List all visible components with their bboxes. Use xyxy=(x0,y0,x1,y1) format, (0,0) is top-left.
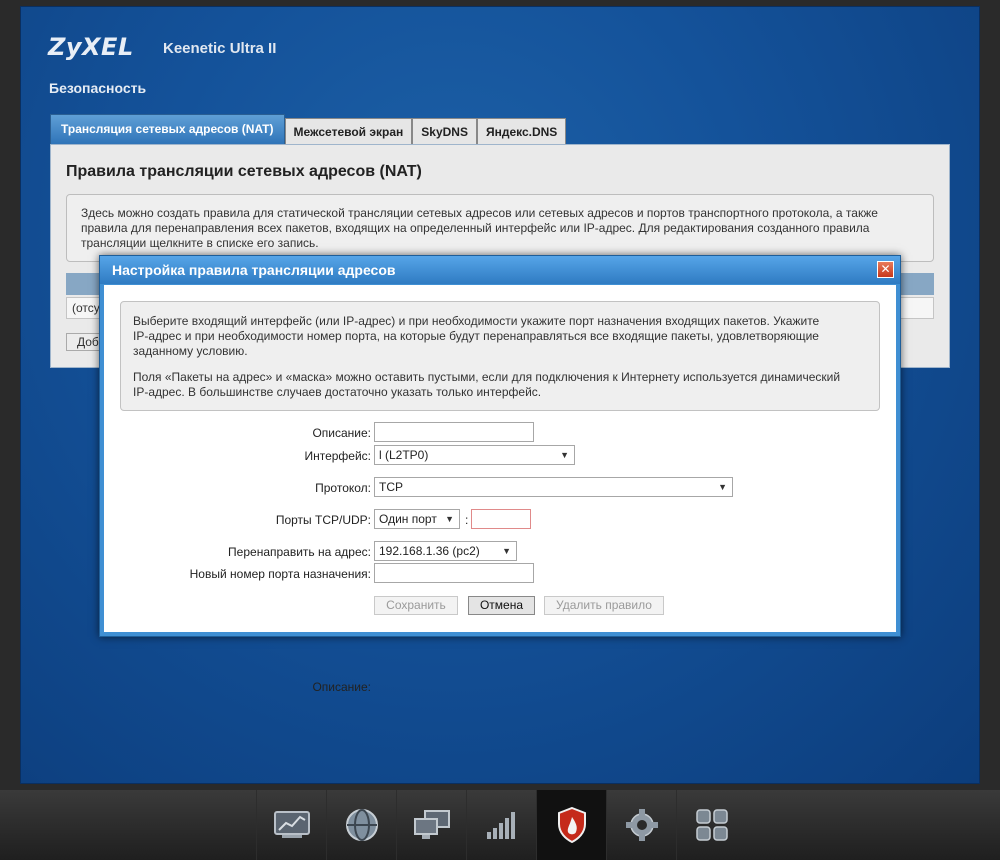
dialog-info-line: Выберите входящий интерфейс (или IP-адре… xyxy=(133,314,820,328)
protocol-label: Протокол: xyxy=(315,481,371,495)
protocol-select[interactable]: TCP ▼ xyxy=(374,477,733,497)
taskbar-wifi[interactable] xyxy=(466,790,536,860)
ports-label: Порты TCP/UDP: xyxy=(275,513,371,527)
chevron-down-icon: ▼ xyxy=(502,546,511,556)
page-title: Безопасность xyxy=(49,80,147,96)
tab-skydns[interactable]: SkyDNS xyxy=(412,118,477,144)
chevron-down-icon: ▼ xyxy=(445,514,454,524)
interface-select[interactable]: l (L2TP0) ▼ xyxy=(374,445,575,465)
cancel-button[interactable]: Отмена xyxy=(468,596,535,615)
tab-firewall[interactable]: Межсетевой экран xyxy=(284,118,413,144)
content-title: Правила трансляции сетевых адресов (NAT) xyxy=(66,163,422,180)
dialog-info-line: IP-адрес и при необходимости номер порта… xyxy=(133,329,819,343)
dialog-info-box: Выберите входящий интерфейс (или IP-адре… xyxy=(120,301,880,411)
gear-icon xyxy=(625,809,658,841)
bottom-taskbar xyxy=(0,790,1000,860)
port-number-field[interactable] xyxy=(471,509,531,529)
chevron-down-icon: ▼ xyxy=(718,482,727,492)
delete-rule-button[interactable]: Удалить правило xyxy=(544,596,664,615)
save-button[interactable]: Сохранить xyxy=(374,596,458,615)
dialog-info-line: заданному условию. xyxy=(133,344,248,358)
new-port-field[interactable] xyxy=(374,563,534,583)
ports-mode-select-value: Один порт xyxy=(379,512,437,526)
ports-separator: : xyxy=(465,513,469,527)
redirect-address-select[interactable]: 192.168.1.36 (pc2) ▼ xyxy=(374,541,517,561)
taskbar-security[interactable] xyxy=(536,790,606,860)
new-port-label: Новый номер порта назначения: xyxy=(189,567,371,581)
monitor-chart-icon xyxy=(273,811,310,838)
content-info-line: трансляции щелкните в списке его запись. xyxy=(81,236,319,250)
close-icon[interactable]: ✕ xyxy=(877,261,894,278)
protocol-select-value: TCP xyxy=(379,480,403,494)
taskbar-monitor[interactable] xyxy=(256,790,326,860)
interface-label: Интерфейс: xyxy=(304,449,371,463)
redirect-address-label: Перенаправить на адрес: xyxy=(228,545,371,559)
content-info-line: Здесь можно создать правила для статичес… xyxy=(81,206,878,220)
description-label: Описание: xyxy=(312,680,371,694)
brand-logo: ZyXEL xyxy=(48,33,134,61)
network-computers-icon xyxy=(413,810,450,839)
dialog-info-line: Поля «Пакеты на адрес» и «маска» можно о… xyxy=(133,370,841,384)
description-field[interactable] xyxy=(374,422,534,442)
redirect-address-select-value: 192.168.1.36 (pc2) xyxy=(379,544,480,558)
nat-rule-dialog: Настройка правила трансляции адресов ✕ В… xyxy=(99,255,901,694)
ports-mode-select[interactable]: Один порт ▼ xyxy=(374,509,460,529)
apps-grid-icon xyxy=(695,809,728,841)
dialog-titlebar: Настройка правила трансляции адресов ✕ xyxy=(100,256,900,284)
dialog-info-line: IP-адрес. В большинстве случаев достаточ… xyxy=(133,385,542,399)
chevron-down-icon: ▼ xyxy=(560,450,569,460)
dialog-title: Настройка правила трансляции адресов xyxy=(112,262,396,278)
model-name: Keenetic Ultra II xyxy=(163,40,277,57)
content-info-line: правила для перенаправления всех пакетов… xyxy=(81,221,870,235)
taskbar-apps[interactable] xyxy=(676,790,746,860)
interface-select-value: l (L2TP0) xyxy=(379,448,429,462)
taskbar-system[interactable] xyxy=(606,790,676,860)
signal-bars-icon xyxy=(486,812,515,839)
content-info-box: Здесь можно создать правила для статичес… xyxy=(66,194,934,262)
security-shield-icon xyxy=(557,807,586,843)
tab-yandex-dns[interactable]: Яндекс.DNS xyxy=(476,118,567,144)
taskbar-home-network[interactable] xyxy=(396,790,466,860)
dialog-body: Выберите входящий интерфейс (или IP-адре… xyxy=(104,285,896,694)
taskbar-internet[interactable] xyxy=(326,790,396,860)
description-label: Описание: xyxy=(312,426,371,440)
tab-nat[interactable]: Трансляция сетевых адресов (NAT) xyxy=(50,114,285,144)
globe-icon xyxy=(345,809,378,841)
tab-bar: Трансляция сетевых адресов (NAT) Межсете… xyxy=(50,114,567,144)
